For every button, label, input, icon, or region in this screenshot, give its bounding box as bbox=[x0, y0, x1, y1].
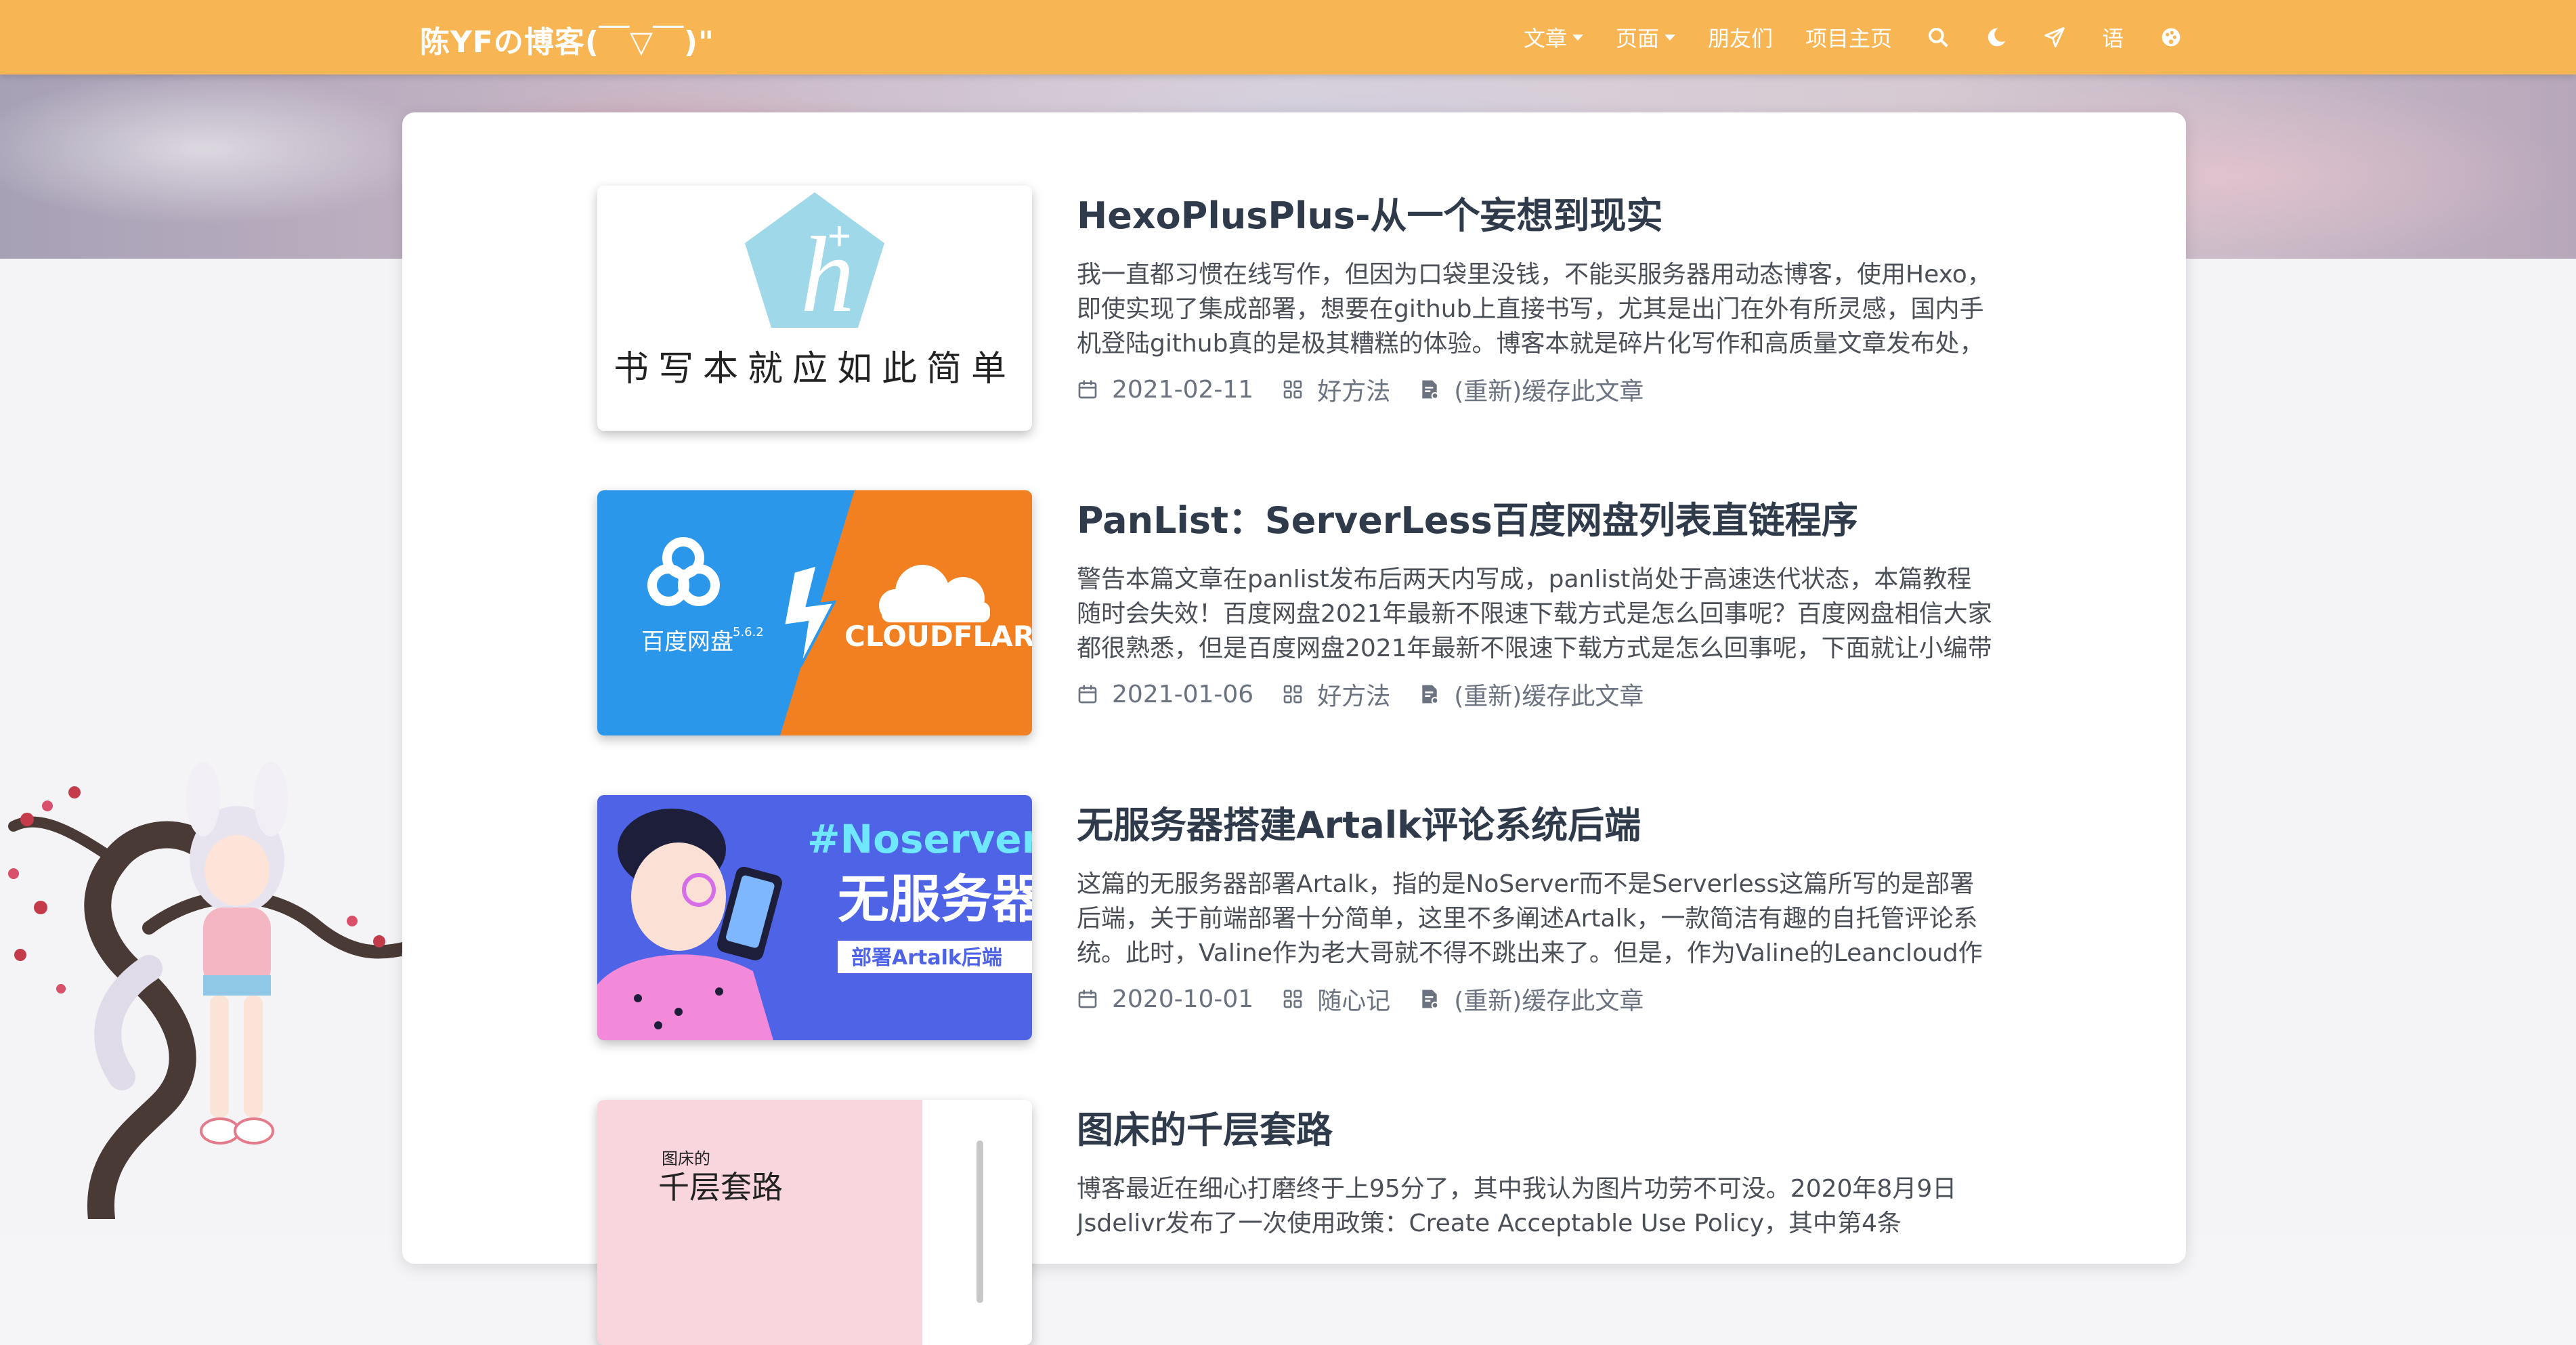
post-body: PanList：ServerLess百度网盘列表直链程序 警告本篇文章在panl… bbox=[1077, 497, 1992, 712]
cache-article-link[interactable]: (重新)缓存此文章 bbox=[1419, 981, 1644, 1017]
baidu-pan-text: 百度网盘 bbox=[641, 628, 733, 656]
version-text: 5.6.2 bbox=[733, 625, 764, 639]
cache-article-text: (重新)缓存此文章 bbox=[1454, 683, 1644, 710]
post-category[interactable]: 好方法 bbox=[1282, 372, 1390, 407]
post-date-text: 2020-10-01 bbox=[1112, 985, 1254, 1013]
post-date-text: 2021-01-06 bbox=[1112, 680, 1254, 708]
post-excerpt: 这篇的无服务器部署Artalk，指的是NoServer而不是Serverless… bbox=[1077, 870, 1983, 967]
nav-articles-dropdown[interactable]: 文章 bbox=[1524, 22, 1584, 53]
thumbnail-small-text: 图床的 bbox=[662, 1149, 710, 1168]
post-thumbnail[interactable]: #Noserver 无服务器 部署Artalk后端 bbox=[597, 795, 1032, 1040]
calendar-icon bbox=[1078, 989, 1097, 1008]
post-category-text: 随心记 bbox=[1317, 987, 1391, 1015]
post-excerpt: 博客最近在细心打磨终于上95分了，其中我认为图片功劳不可没。2020年8月9日J… bbox=[1077, 1175, 1957, 1237]
post-category-text: 好方法 bbox=[1317, 683, 1391, 710]
nav-pages-label: 页面 bbox=[1616, 26, 1660, 51]
nav-articles-label: 文章 bbox=[1524, 26, 1568, 51]
caret-down-icon bbox=[1665, 34, 1676, 41]
nav-project-home-link[interactable]: 项目主页 bbox=[1805, 22, 1892, 53]
category-grid-icon bbox=[1283, 685, 1302, 704]
post-title-link[interactable]: 图床的千层套路 bbox=[1077, 1107, 1992, 1154]
navbar: 陈YFの博客(￣▽￣)" 文章 页面 朋友们 项目主页 语 bbox=[0, 0, 2576, 74]
noserver-tag: #Noserver bbox=[807, 816, 1032, 862]
paper-plane-icon[interactable] bbox=[2041, 24, 2068, 51]
cache-article-link[interactable]: (重新)缓存此文章 bbox=[1419, 677, 1644, 712]
post-category-text: 好方法 bbox=[1317, 378, 1391, 406]
search-icon[interactable] bbox=[1925, 24, 1952, 51]
document-cache-icon bbox=[1422, 989, 1439, 1009]
thumbnail-caption: 书写本就应如此简单 bbox=[613, 349, 1016, 389]
thumbnail-subheadline: 部署Artalk后端 bbox=[851, 946, 1002, 970]
category-grid-icon bbox=[1283, 989, 1302, 1008]
post-meta: 2021-02-11 好方法 (重新)缓存此文章 bbox=[1077, 372, 1992, 407]
calendar-icon bbox=[1078, 685, 1097, 704]
language-toggle[interactable]: 语 bbox=[2099, 24, 2126, 51]
thumbnail-headline: 无服务器 bbox=[838, 869, 1032, 929]
post-title-link[interactable]: 无服务器搭建Artalk评论系统后端 bbox=[1077, 802, 1992, 849]
calendar-icon bbox=[1078, 380, 1097, 399]
nav-friends-link[interactable]: 朋友们 bbox=[1708, 22, 1773, 53]
post-item: h + 书写本就应如此简单 HexoPlusPlus-从一个妄想到现实 我一直都… bbox=[597, 186, 1992, 431]
post-category[interactable]: 好方法 bbox=[1282, 677, 1390, 712]
post-thumbnail[interactable]: h + 书写本就应如此简单 bbox=[597, 186, 1032, 431]
post-body: HexoPlusPlus-从一个妄想到现实 我一直都习惯在线写作，但因为口袋里没… bbox=[1077, 192, 1992, 407]
thumbnail-headline: 千层套路 bbox=[658, 1169, 783, 1205]
post-excerpt: 警告本篇文章在panlist发布后两天内写成，panlist尚处于高速迭代状态，… bbox=[1077, 565, 1992, 662]
post-excerpt: 我一直都习惯在线写作，但因为口袋里没钱，不能买服务器用动态博客，使用Hexo，即… bbox=[1077, 261, 1992, 358]
cache-article-text: (重新)缓存此文章 bbox=[1454, 987, 1644, 1015]
nav-pages-dropdown[interactable]: 页面 bbox=[1616, 22, 1676, 53]
post-title-link[interactable]: PanList：ServerLess百度网盘列表直链程序 bbox=[1077, 497, 1992, 545]
moon-icon[interactable] bbox=[1983, 24, 2010, 51]
post-item: 百度网盘 5.6.2 CLOUDFLARE PanList：ServerLess… bbox=[597, 490, 1992, 735]
document-cache-icon bbox=[1422, 380, 1439, 400]
cache-article-text: (重新)缓存此文章 bbox=[1454, 378, 1644, 406]
post-body: 无服务器搭建Artalk评论系统后端 这篇的无服务器部署Artalk，指的是No… bbox=[1077, 802, 1992, 1017]
palette-icon[interactable] bbox=[2158, 24, 2185, 51]
post-meta: 2021-01-06 好方法 (重新)缓存此文章 bbox=[1077, 677, 1992, 712]
post-list-card: h + 书写本就应如此简单 HexoPlusPlus-从一个妄想到现实 我一直都… bbox=[402, 112, 2186, 1345]
post-item: #Noserver 无服务器 部署Artalk后端 无服务器搭建Artalk评论… bbox=[597, 795, 1992, 1040]
post-date: 2020-10-01 bbox=[1077, 985, 1253, 1013]
nav-menu: 文章 页面 朋友们 项目主页 语 bbox=[1524, 0, 2216, 74]
cache-article-link[interactable]: (重新)缓存此文章 bbox=[1419, 372, 1644, 407]
post-date: 2021-02-11 bbox=[1077, 376, 1253, 404]
site-brand[interactable]: 陈YFの博客(￣▽￣)" bbox=[420, 18, 714, 61]
post-body: 图床的千层套路 博客最近在细心打磨终于上95分了，其中我认为图片功劳不可没。20… bbox=[1077, 1107, 1992, 1275]
post-category[interactable]: 随心记 bbox=[1282, 981, 1390, 1017]
post-title-link[interactable]: HexoPlusPlus-从一个妄想到现实 bbox=[1077, 192, 1992, 240]
post-thumbnail[interactable]: 百度网盘 5.6.2 CLOUDFLARE bbox=[597, 490, 1032, 735]
post-item: 图床的 千层套路 图床的千层套路 博客最近在细心打磨终于上95分了，其中我认为图… bbox=[597, 1100, 1992, 1345]
document-cache-icon bbox=[1422, 685, 1439, 704]
post-date-text: 2021-02-11 bbox=[1112, 375, 1254, 404]
decorative-character-illustration bbox=[0, 752, 433, 1233]
svg-text:+: + bbox=[828, 213, 851, 259]
post-meta: 2020-10-01 随心记 (重新)缓存此文章 bbox=[1077, 981, 1992, 1017]
caret-down-icon bbox=[1572, 34, 1584, 41]
category-grid-icon bbox=[1283, 380, 1302, 399]
post-date: 2021-01-06 bbox=[1077, 681, 1253, 708]
cloudflare-text: CLOUDFLARE bbox=[844, 620, 1032, 653]
post-thumbnail[interactable]: 图床的 千层套路 bbox=[597, 1100, 1032, 1345]
